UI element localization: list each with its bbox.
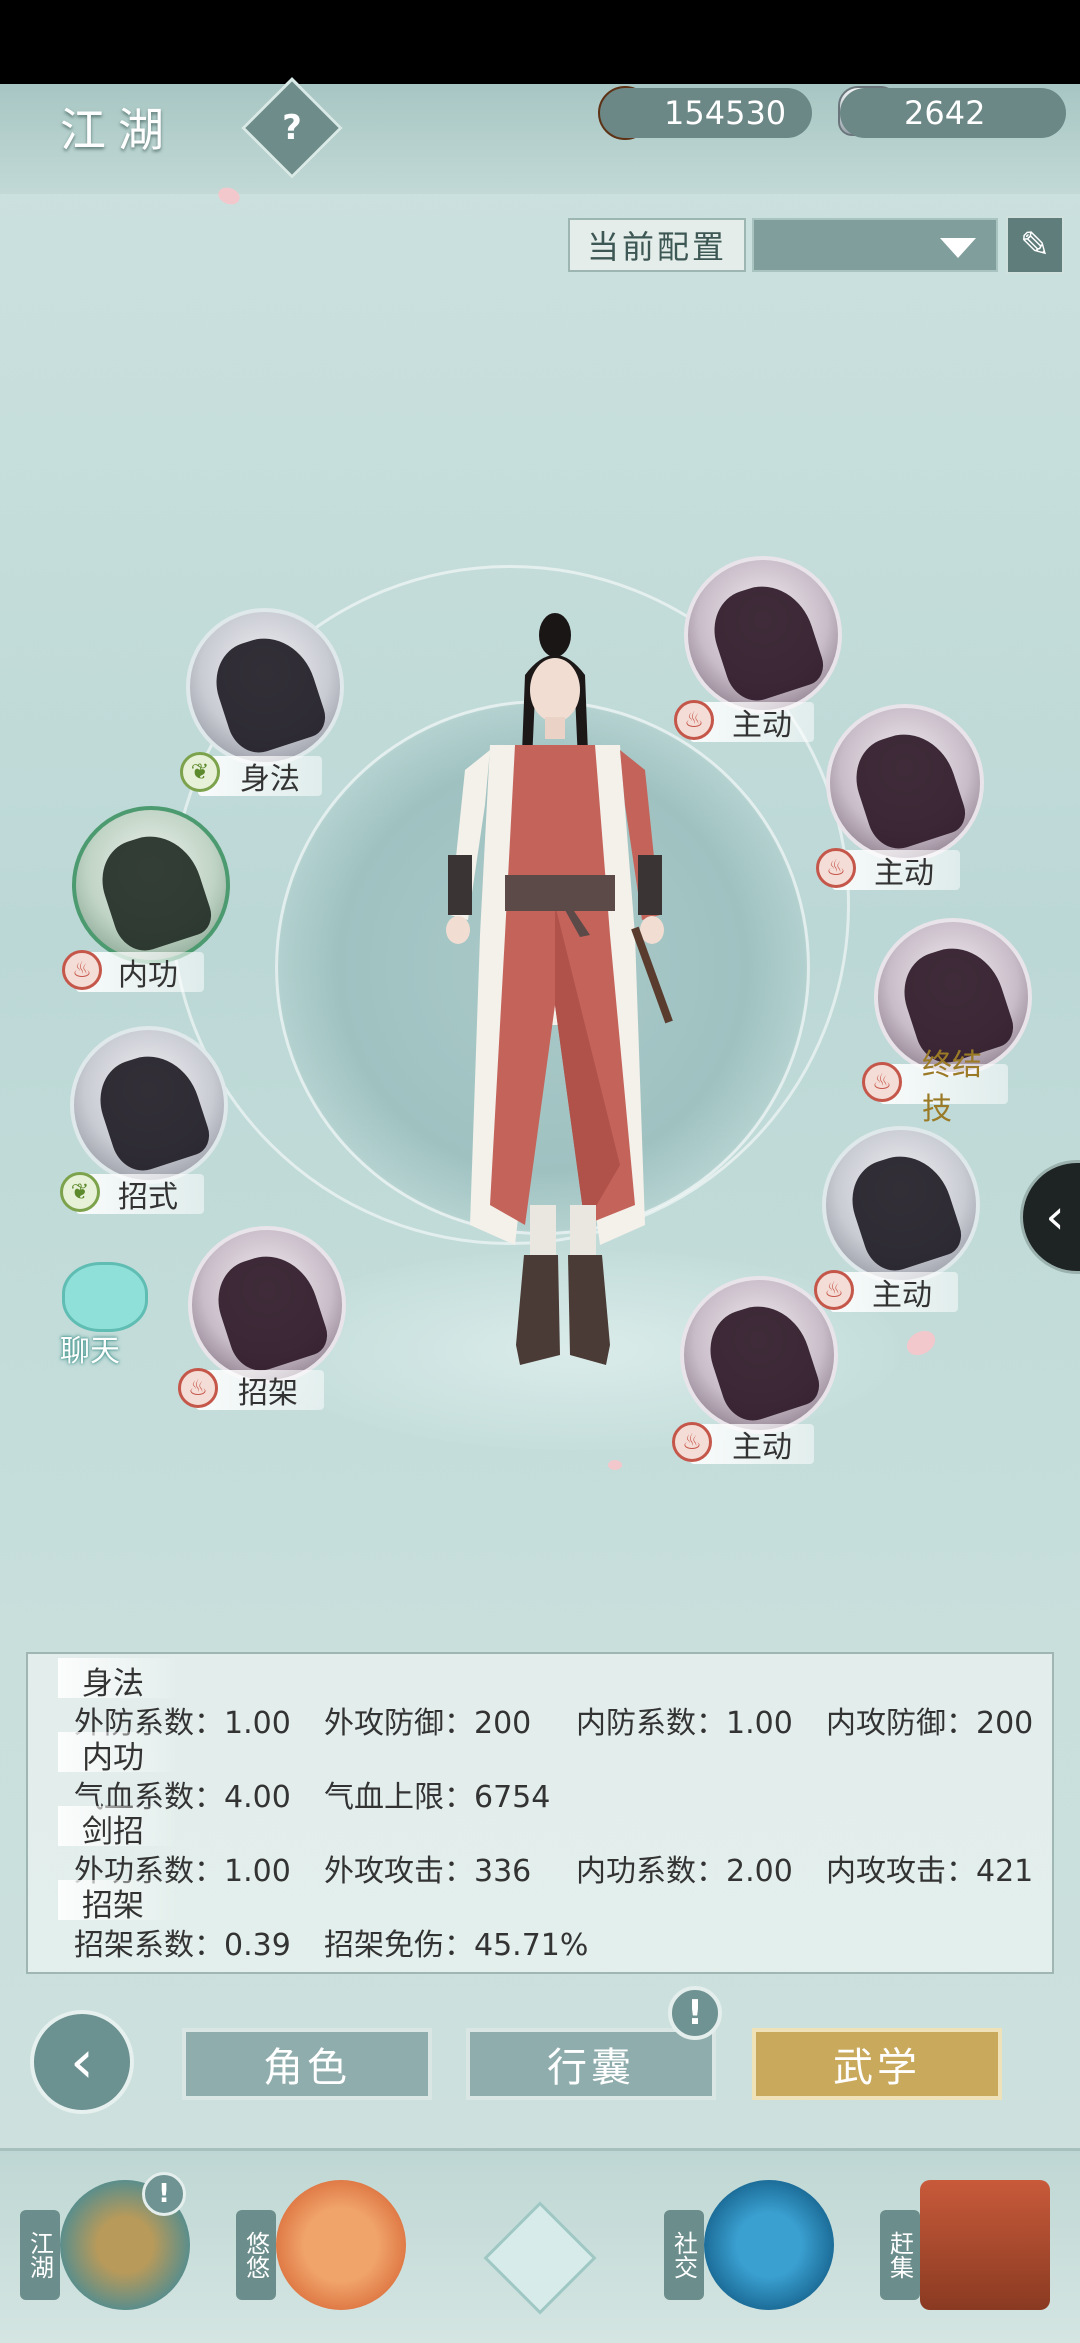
copper-currency: 154530 [600, 88, 812, 138]
nav-ganji[interactable]: 赶集 [880, 2170, 1060, 2330]
leaf-icon: ❦ [180, 752, 220, 792]
bird-icon [276, 2180, 406, 2310]
nav-ganji-label: 赶集 [880, 2210, 920, 2300]
stat-item: 外攻防御：200 [324, 1706, 532, 1741]
fire-icon: ♨ [862, 1062, 902, 1102]
stats-panel: 身法 外防系数：1.00 外攻防御：200 内防系数：1.00 内攻防御：200… [26, 1652, 1054, 1974]
skill-neigong[interactable] [72, 806, 230, 964]
pencil-icon: ✎ [1019, 224, 1051, 266]
alert-badge: ! [668, 1986, 722, 2040]
help-icon: ? [282, 108, 302, 148]
back-button[interactable]: ‹ [30, 2010, 134, 2114]
silver-amount: 2642 [904, 94, 986, 132]
fire-icon: ♨ [674, 700, 714, 740]
fire-icon: ♨ [816, 848, 856, 888]
nav-shejiao-label: 社交 [664, 2210, 704, 2300]
stats-jianzhao-title: 剑招 [58, 1806, 178, 1850]
chat-bubble-icon [62, 1262, 148, 1332]
chat-button[interactable]: 聊天 [42, 1262, 152, 1372]
skill-zhaojia[interactable] [188, 1226, 346, 1384]
basket-icon [920, 2180, 1050, 2310]
stat-item: 内攻攻击：421 [826, 1854, 1034, 1889]
skill-shenfa[interactable] [186, 608, 344, 766]
chat-label: 聊天 [60, 1334, 120, 1369]
tab-role[interactable]: 角色 [182, 2028, 432, 2100]
fire-icon: ♨ [178, 1368, 218, 1408]
stat-item: 招架免伤：45.71% [324, 1928, 589, 1963]
edit-config-button[interactable]: ✎ [1006, 216, 1064, 274]
stat-item: 内攻防御：200 [826, 1706, 1034, 1741]
config-dropdown[interactable] [752, 218, 998, 272]
compass-star-icon [483, 2201, 597, 2315]
fire-icon: ♨ [62, 950, 102, 990]
silver-currency: 2642 [840, 88, 1066, 138]
skill-active-4[interactable] [680, 1276, 838, 1434]
skill-active-2[interactable] [826, 704, 984, 862]
stat-item: 内防系数：1.00 [576, 1706, 793, 1741]
petal-decoration [608, 1460, 622, 1470]
tab-martial-arts[interactable]: 武学 [752, 2028, 1002, 2100]
nav-shejiao[interactable]: 社交 [664, 2170, 844, 2330]
fire-icon: ♨ [672, 1422, 712, 1462]
chevron-down-icon [940, 238, 976, 258]
stat-item: 气血上限：6754 [324, 1780, 551, 1815]
stat-item: 外攻攻击：336 [324, 1854, 532, 1889]
nav-center-menu[interactable] [470, 2188, 610, 2328]
stats-neigong-title: 内功 [58, 1732, 178, 1776]
skill-active-3[interactable] [822, 1126, 980, 1284]
wave-icon [704, 2180, 834, 2310]
stat-item: 招架系数：0.39 [74, 1928, 291, 1963]
back-arrow-icon: ‹ [70, 2027, 94, 2097]
page-title: 江湖 [60, 103, 176, 157]
status-bar [0, 0, 1080, 84]
nav-youyou-label: 悠悠 [236, 2210, 276, 2300]
character-model[interactable] [420, 605, 690, 1385]
stats-zhaojia-title: 招架 [58, 1880, 178, 1924]
stat-item: 内功系数：2.00 [576, 1854, 793, 1889]
nav-alert-badge: ! [142, 2172, 186, 2216]
petal-decoration [902, 1325, 940, 1361]
skill-active-1[interactable] [684, 556, 842, 714]
copper-amount: 154530 [664, 94, 787, 132]
skill-zhaoshi[interactable] [70, 1026, 228, 1184]
stats-shenfa-title: 身法 [58, 1658, 178, 1702]
nav-jianghu-label: 江湖 [20, 2210, 60, 2300]
expand-panel-button[interactable]: ‹ [1020, 1160, 1080, 1274]
leaf-icon: ❦ [60, 1172, 100, 1212]
config-label: 当前配置 [568, 218, 746, 272]
chevron-left-icon: ‹ [1045, 1189, 1065, 1245]
nav-youyou[interactable]: 悠悠 [236, 2170, 416, 2330]
tab-bag[interactable]: 行囊 [466, 2028, 716, 2100]
